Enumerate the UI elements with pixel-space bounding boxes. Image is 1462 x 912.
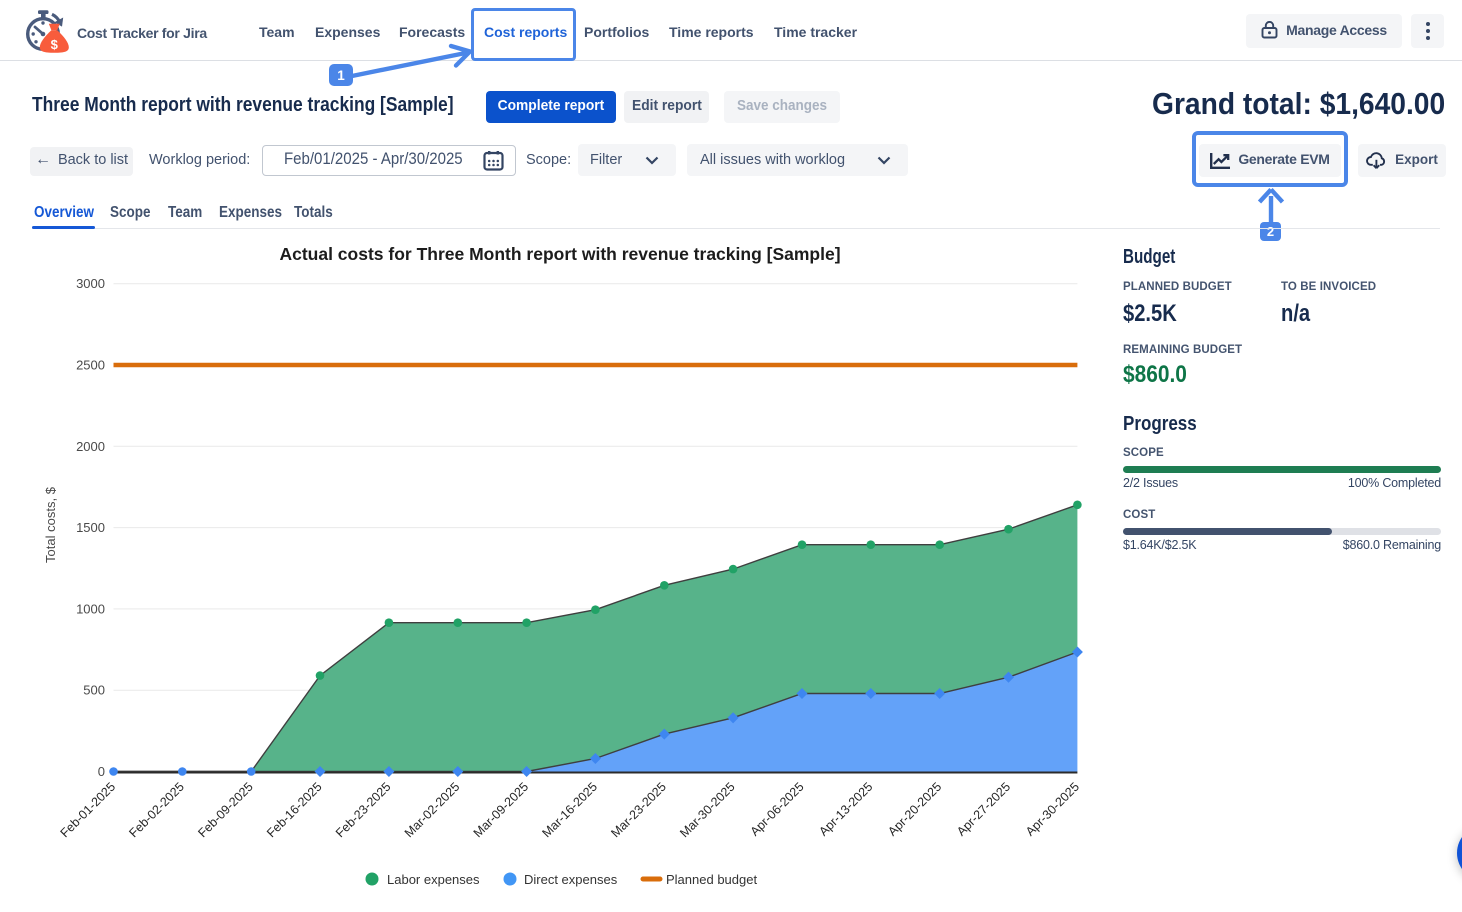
svg-text:Labor expenses: Labor expenses: [387, 872, 480, 887]
svg-text:Feb-23-2025: Feb-23-2025: [333, 780, 394, 841]
svg-text:Feb-02-2025: Feb-02-2025: [126, 780, 187, 841]
svg-text:Total costs, $: Total costs, $: [43, 486, 58, 563]
svg-text:Apr-20-2025: Apr-20-2025: [885, 780, 944, 839]
svg-text:Feb-09-2025: Feb-09-2025: [195, 780, 256, 841]
svg-text:1500: 1500: [76, 520, 105, 535]
svg-text:2000: 2000: [76, 439, 105, 454]
svg-text:Direct expenses: Direct expenses: [524, 872, 618, 887]
svg-text:Apr-30-2025: Apr-30-2025: [1023, 780, 1082, 839]
svg-text:Planned budget: Planned budget: [666, 872, 757, 887]
svg-text:500: 500: [83, 683, 105, 698]
svg-text:Apr-13-2025: Apr-13-2025: [816, 780, 875, 839]
svg-text:Feb-01-2025: Feb-01-2025: [58, 780, 119, 841]
svg-text:Apr-27-2025: Apr-27-2025: [954, 780, 1013, 839]
svg-text:Mar-02-2025: Mar-02-2025: [402, 780, 463, 841]
svg-text:0: 0: [98, 764, 105, 779]
svg-text:Mar-16-2025: Mar-16-2025: [540, 780, 601, 841]
svg-text:$: $: [51, 37, 59, 52]
svg-text:Mar-23-2025: Mar-23-2025: [608, 780, 669, 841]
svg-text:Mar-30-2025: Mar-30-2025: [677, 780, 738, 841]
svg-text:Mar-09-2025: Mar-09-2025: [471, 780, 532, 841]
svg-text:3000: 3000: [76, 276, 105, 291]
svg-text:2500: 2500: [76, 358, 105, 373]
svg-text:Apr-06-2025: Apr-06-2025: [748, 780, 807, 839]
svg-text:1000: 1000: [76, 601, 105, 616]
svg-text:Feb-16-2025: Feb-16-2025: [264, 780, 325, 841]
svg-text:Actual costs for Three Month r: Actual costs for Three Month report with…: [279, 244, 840, 264]
